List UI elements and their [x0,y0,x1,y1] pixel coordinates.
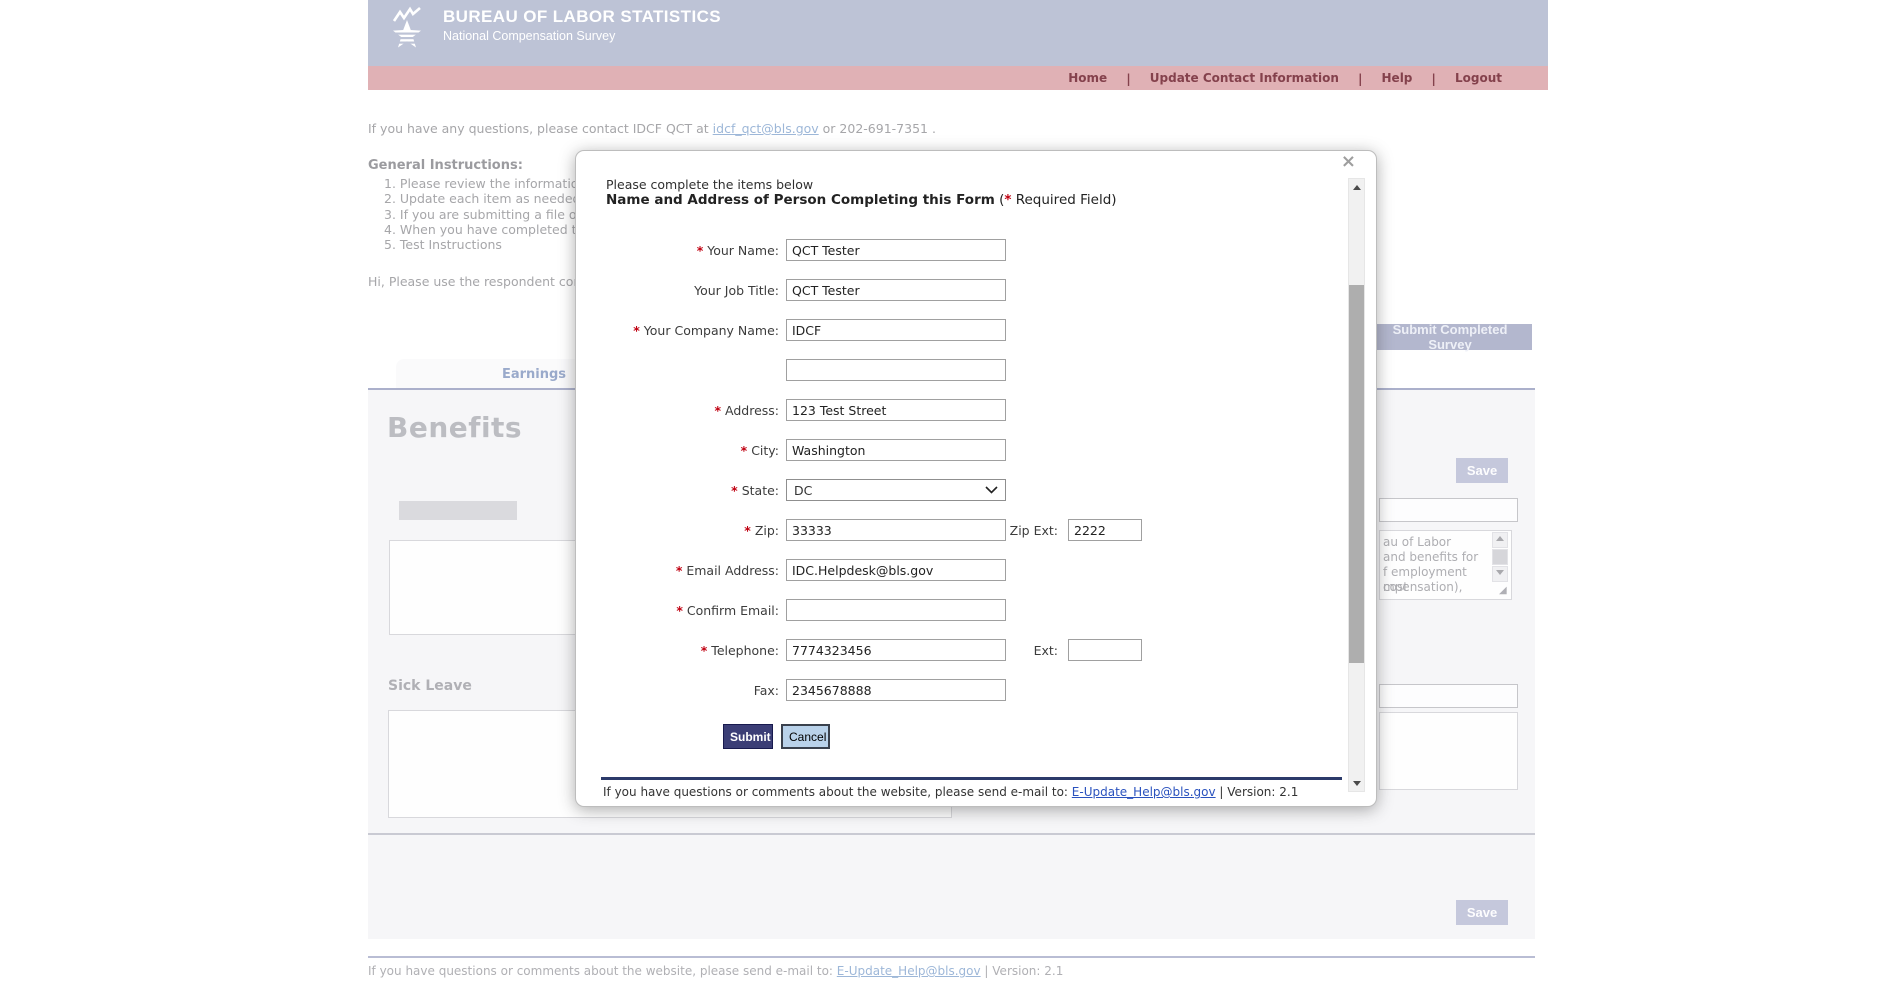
address-field[interactable] [786,399,1006,421]
respondent-note: Hi, Please use the respondent comm [368,274,598,289]
nav-separator: | [1126,70,1131,86]
scrollbar-thumb[interactable] [1349,285,1364,663]
contact-question-line: If you have any questions, please contac… [368,121,936,136]
general-instructions-list: 1. Please review the information o 2. Up… [384,176,603,252]
instruction-item: 5. Test Instructions [384,237,502,253]
nav-home[interactable]: Home [1068,71,1107,85]
state-label: * State: [731,483,779,498]
company-name-line2-field[interactable] [786,359,1006,381]
page-footer: If you have questions or comments about … [368,964,1064,978]
your-name-field[interactable] [786,239,1006,261]
site-title: BUREAU OF LABOR STATISTICS [443,7,721,26]
sick-leave-right-textarea[interactable] [1379,712,1518,790]
scroll-down-icon[interactable] [1492,566,1508,582]
zip-label: * Zip: [744,523,779,538]
your-name-label: * Your Name: [696,243,779,258]
zip-ext-label: Zip Ext: [1009,523,1058,538]
fax-label: Fax: [753,683,779,698]
fax-field[interactable] [786,679,1006,701]
nav-help[interactable]: Help [1382,71,1413,85]
bls-eupdate-page: BUREAU OF LABOR STATISTICS National Comp… [0,0,1899,983]
submit-completed-survey-button[interactable]: Submit Completed Survey [1368,322,1532,352]
cancel-button[interactable]: Cancel [781,724,830,749]
confirm-email-field[interactable] [786,599,1006,621]
scroll-down-icon[interactable] [1349,775,1364,791]
telephone-ext-label: Ext: [1033,643,1058,658]
address-label: * Address: [714,403,779,418]
scrollbar-thumb[interactable] [1492,549,1508,565]
eupdate-help-email-link[interactable]: E-Update_Help@bls.gov [1072,785,1216,799]
nav-update-contact-information[interactable]: Update Contact Information [1150,71,1339,85]
submit-button[interactable]: Submit [723,724,773,749]
job-title-label: Your Job Title: [694,283,779,298]
scroll-up-icon[interactable] [1492,532,1508,548]
modal-footer-divider [601,777,1342,780]
nav-separator: | [1431,70,1436,86]
telephone-ext-field[interactable] [1068,639,1142,661]
instruction-item: 3. If you are submitting a file or ot [384,206,599,222]
email-field[interactable] [786,559,1006,581]
modal-footer: If you have questions or comments about … [603,785,1299,799]
close-icon[interactable]: × [1341,153,1356,171]
zip-ext-field[interactable] [1068,519,1142,541]
site-subtitle: National Compensation Survey [443,29,616,43]
save-button-top[interactable]: Save [1456,458,1508,483]
state-select[interactable]: DC [786,479,1006,501]
bls-star-logo-icon [392,6,421,48]
instruction-item: 2. Update each item as needed in [384,191,596,207]
instruction-item: 1. Please review the information o [384,176,599,191]
telephone-label: * Telephone: [700,643,779,658]
contact-info-modal: × Please complete the items below Name a… [575,150,1377,807]
resize-grip-icon[interactable]: ◢ [1499,585,1507,596]
job-title-field[interactable] [786,279,1006,301]
sick-leave-heading: Sick Leave [388,678,472,694]
textarea-text-fragment: mpensation), [1383,580,1463,594]
nav-logout[interactable]: Logout [1455,71,1502,85]
section-divider [368,833,1535,835]
dimmed-label-placeholder [399,501,517,520]
top-nav: Home | Update Contact Information | Help… [368,66,1548,90]
eupdate-help-email-link[interactable]: E-Update_Help@bls.gov [837,964,981,978]
instruction-item: 4. When you have completed the s [384,221,603,237]
email-label: * Email Address: [675,563,779,578]
company-name-label: * Your Company Name: [633,323,779,338]
idcf-email-link[interactable]: idcf_qct@bls.gov [713,121,819,136]
city-label: * City: [740,443,779,458]
modal-intro: Please complete the items below [606,177,814,192]
confirm-email-label: * Confirm Email: [676,603,779,618]
modal-title: Name and Address of Person Completing th… [606,192,1117,208]
city-field[interactable] [786,439,1006,461]
scroll-up-icon[interactable] [1349,179,1364,195]
textarea-text-fragment: and benefits for [1383,550,1479,564]
benefits-heading: Benefits [387,411,523,444]
textarea-text-fragment: au of Labor [1383,535,1452,549]
save-button-bottom[interactable]: Save [1456,900,1508,925]
state-select-value: DC [794,482,813,498]
nav-separator: | [1357,70,1363,86]
benefits-text-field[interactable] [1379,498,1518,522]
chevron-down-icon [985,486,998,494]
sick-leave-text-field[interactable] [1379,684,1518,708]
company-name-field[interactable] [786,319,1006,341]
general-instructions-heading: General Instructions: [368,158,523,173]
footer-divider [368,956,1535,958]
modal-scrollbar[interactable] [1348,178,1365,792]
